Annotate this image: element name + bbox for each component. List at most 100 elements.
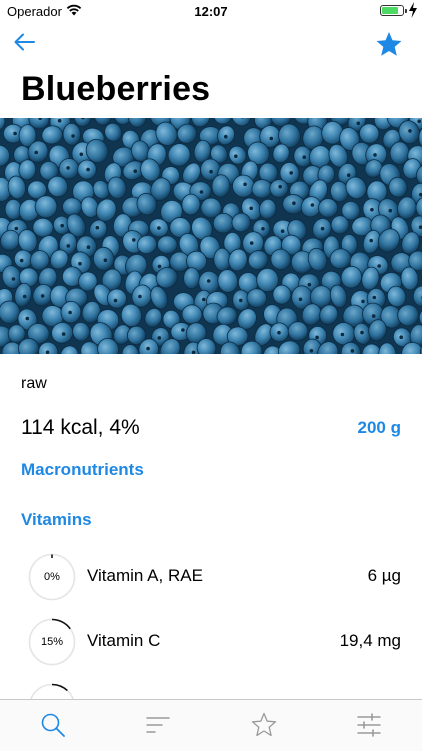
berry-crown xyxy=(373,153,377,157)
berry-crown xyxy=(132,238,136,242)
amount-button[interactable]: 200 g xyxy=(358,418,401,438)
berry-crown xyxy=(261,227,265,231)
berry-crown xyxy=(243,183,247,187)
berry xyxy=(331,216,349,234)
food-photo xyxy=(0,118,422,354)
berry-crown xyxy=(321,227,325,231)
berry-crown xyxy=(417,120,421,124)
berry-crown xyxy=(234,154,238,158)
berry-crown xyxy=(361,300,365,304)
berry xyxy=(273,285,292,305)
berry-crown xyxy=(86,168,90,172)
berry-crown xyxy=(289,171,293,175)
berry-crown xyxy=(389,209,393,213)
berry-crown xyxy=(299,298,303,302)
berry-crown xyxy=(347,173,351,177)
vitamins-header[interactable]: Vitamins xyxy=(21,510,92,530)
berry-crown xyxy=(377,264,381,268)
macronutrients-header[interactable]: Macronutrients xyxy=(21,460,144,480)
berry-crown xyxy=(134,169,138,173)
berry-crown xyxy=(58,119,62,123)
berry-crown xyxy=(357,122,361,126)
berry-crown xyxy=(351,349,355,353)
berry-crown xyxy=(311,203,315,207)
status-bar: Operador 12:07 xyxy=(0,0,422,22)
berry-crown xyxy=(372,314,376,318)
berry-crown xyxy=(158,265,162,269)
star-outline-icon[interactable] xyxy=(251,712,277,738)
berry-crown xyxy=(68,311,72,315)
berry-crown xyxy=(408,129,412,133)
berry-crown xyxy=(370,208,374,212)
tab-bar xyxy=(0,699,422,751)
berry xyxy=(213,213,234,233)
battery-icon xyxy=(380,5,404,16)
clock: 12:07 xyxy=(0,4,422,19)
charging-icon xyxy=(408,2,418,18)
berry-crown xyxy=(34,151,38,155)
energy-summary: 114 kcal, 4% xyxy=(21,416,140,440)
berry xyxy=(182,194,201,215)
blueberries-image xyxy=(0,118,422,354)
berry-crown xyxy=(310,349,314,353)
percent-label: 15% xyxy=(28,618,76,666)
berry-crown xyxy=(14,227,18,231)
berry-crown xyxy=(399,335,403,339)
berry-crown xyxy=(224,135,228,139)
berry-crown xyxy=(373,296,377,300)
vitamin-value: 19,4 mg xyxy=(340,631,401,651)
vitamin-row[interactable]: 0% Vitamin A, RAE 6 µg xyxy=(0,553,422,613)
berry-crown xyxy=(207,279,211,283)
berry-crown xyxy=(209,170,213,174)
berry-crown xyxy=(202,298,206,302)
list-sort-icon[interactable] xyxy=(145,712,171,738)
berry-crown xyxy=(292,201,296,205)
berry-crown xyxy=(308,283,312,287)
berry-crown xyxy=(114,299,118,303)
berry-crown xyxy=(341,333,345,337)
berry-crown xyxy=(71,134,75,138)
vitamin-row[interactable]: 15% Vitamin C 19,4 mg xyxy=(0,618,422,678)
vitamin-name: Vitamin A, RAE xyxy=(87,566,203,586)
food-title: Blueberries xyxy=(21,70,210,109)
berry-crown xyxy=(278,185,282,189)
berry-crown xyxy=(78,262,82,266)
berry-crown xyxy=(239,299,243,303)
favorite-star-icon[interactable] xyxy=(375,31,403,57)
sliders-icon[interactable] xyxy=(356,712,382,738)
back-arrow-icon[interactable] xyxy=(12,30,38,54)
percent-label: 0% xyxy=(28,553,76,601)
berry-crown xyxy=(96,226,100,230)
berry-crown xyxy=(281,229,285,233)
berry-crown xyxy=(138,295,142,299)
berry-crown xyxy=(66,166,70,170)
berry-crown xyxy=(13,132,17,136)
berry-crown xyxy=(87,245,91,249)
berry-crown xyxy=(181,328,185,332)
search-icon[interactable] xyxy=(40,712,66,738)
berry-crown xyxy=(157,226,161,230)
berry-crown xyxy=(67,244,71,248)
berry-crown xyxy=(23,295,27,299)
berry-crown xyxy=(277,331,281,335)
berry xyxy=(183,267,200,288)
food-variant: raw xyxy=(21,375,47,393)
berry-crown xyxy=(26,317,30,321)
berry-crown xyxy=(303,155,307,159)
berry-crown xyxy=(12,277,16,281)
berry-crown xyxy=(104,258,108,262)
berry-crown xyxy=(146,347,150,351)
vitamin-value: 6 µg xyxy=(368,566,401,586)
berry-crown xyxy=(250,241,254,245)
berry-crown xyxy=(249,207,253,211)
berry-crown xyxy=(20,259,24,263)
berry-crown xyxy=(60,224,64,228)
berry-crown xyxy=(360,331,364,335)
berry-crown xyxy=(41,294,45,298)
berry-crown xyxy=(270,137,274,141)
vitamin-name: Vitamin C xyxy=(87,631,160,651)
berry-crown xyxy=(158,336,162,340)
berry-crown xyxy=(46,351,50,355)
berry-crown xyxy=(62,332,66,336)
berry-crown xyxy=(369,239,373,243)
